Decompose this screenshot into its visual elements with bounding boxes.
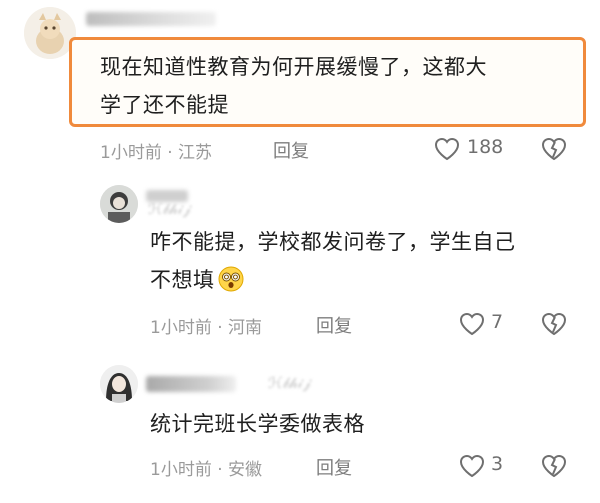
- comment-text: 现在知道性教育为何开展缓慢了，这都大 学了还不能提: [100, 48, 487, 124]
- meta-separator: ·: [217, 318, 229, 338]
- timestamp: 1小时前: [150, 318, 212, 338]
- username-ghost-text: ℋ𝒷𝒽𝒾𝒿: [148, 200, 191, 218]
- heart-icon[interactable]: [458, 453, 486, 479]
- meta-separator: ·: [217, 460, 229, 480]
- timestamp: 1小时前: [100, 143, 162, 163]
- reply-button[interactable]: 回复: [273, 137, 309, 163]
- dislike-heart-icon[interactable]: [540, 453, 568, 479]
- comment-text: 统计完班长学委做表格: [150, 405, 365, 443]
- like-count: 7: [491, 311, 504, 333]
- comment-line: 学了还不能提: [100, 93, 229, 117]
- location: 安徽: [228, 460, 263, 480]
- comment-meta: 1小时前 · 安徽: [150, 455, 262, 480]
- comment-line: 不想填: [150, 268, 215, 292]
- avatar[interactable]: [100, 365, 138, 403]
- like-count: 188: [467, 136, 504, 158]
- like-count: 3: [491, 453, 504, 475]
- comment-line: 咋不能提，学校都发问卷了，学生自己: [150, 230, 516, 254]
- dislike-heart-icon[interactable]: [540, 311, 568, 337]
- timestamp: 1小时前: [150, 460, 212, 480]
- heart-icon[interactable]: [458, 311, 486, 337]
- location: 河南: [228, 318, 263, 338]
- dizzy-face-emoji: [218, 266, 243, 292]
- comment-meta: 1小时前 · 河南: [150, 313, 262, 338]
- comment-line: 现在知道性教育为何开展缓慢了，这都大: [100, 55, 487, 79]
- username-blurred[interactable]: [86, 12, 216, 26]
- reply-button[interactable]: 回复: [316, 454, 352, 480]
- username-blurred[interactable]: [146, 376, 236, 392]
- meta-separator: ·: [167, 143, 179, 163]
- heart-icon[interactable]: [433, 136, 461, 162]
- location: 江苏: [178, 143, 213, 163]
- reply-button[interactable]: 回复: [316, 312, 352, 338]
- avatar[interactable]: [100, 185, 138, 223]
- comment-text: 咋不能提，学校都发问卷了，学生自己 不想填: [150, 223, 516, 299]
- comment-meta: 1小时前 · 江苏: [100, 138, 212, 163]
- comment-thread: { "comments": [ { "text_line1": "现在知道性教育…: [0, 0, 600, 503]
- username-ghost-text: ℋ𝒷𝒽𝒾𝒿: [268, 374, 311, 392]
- dislike-heart-icon[interactable]: [540, 136, 568, 162]
- comment-line: 统计完班长学委做表格: [150, 412, 365, 436]
